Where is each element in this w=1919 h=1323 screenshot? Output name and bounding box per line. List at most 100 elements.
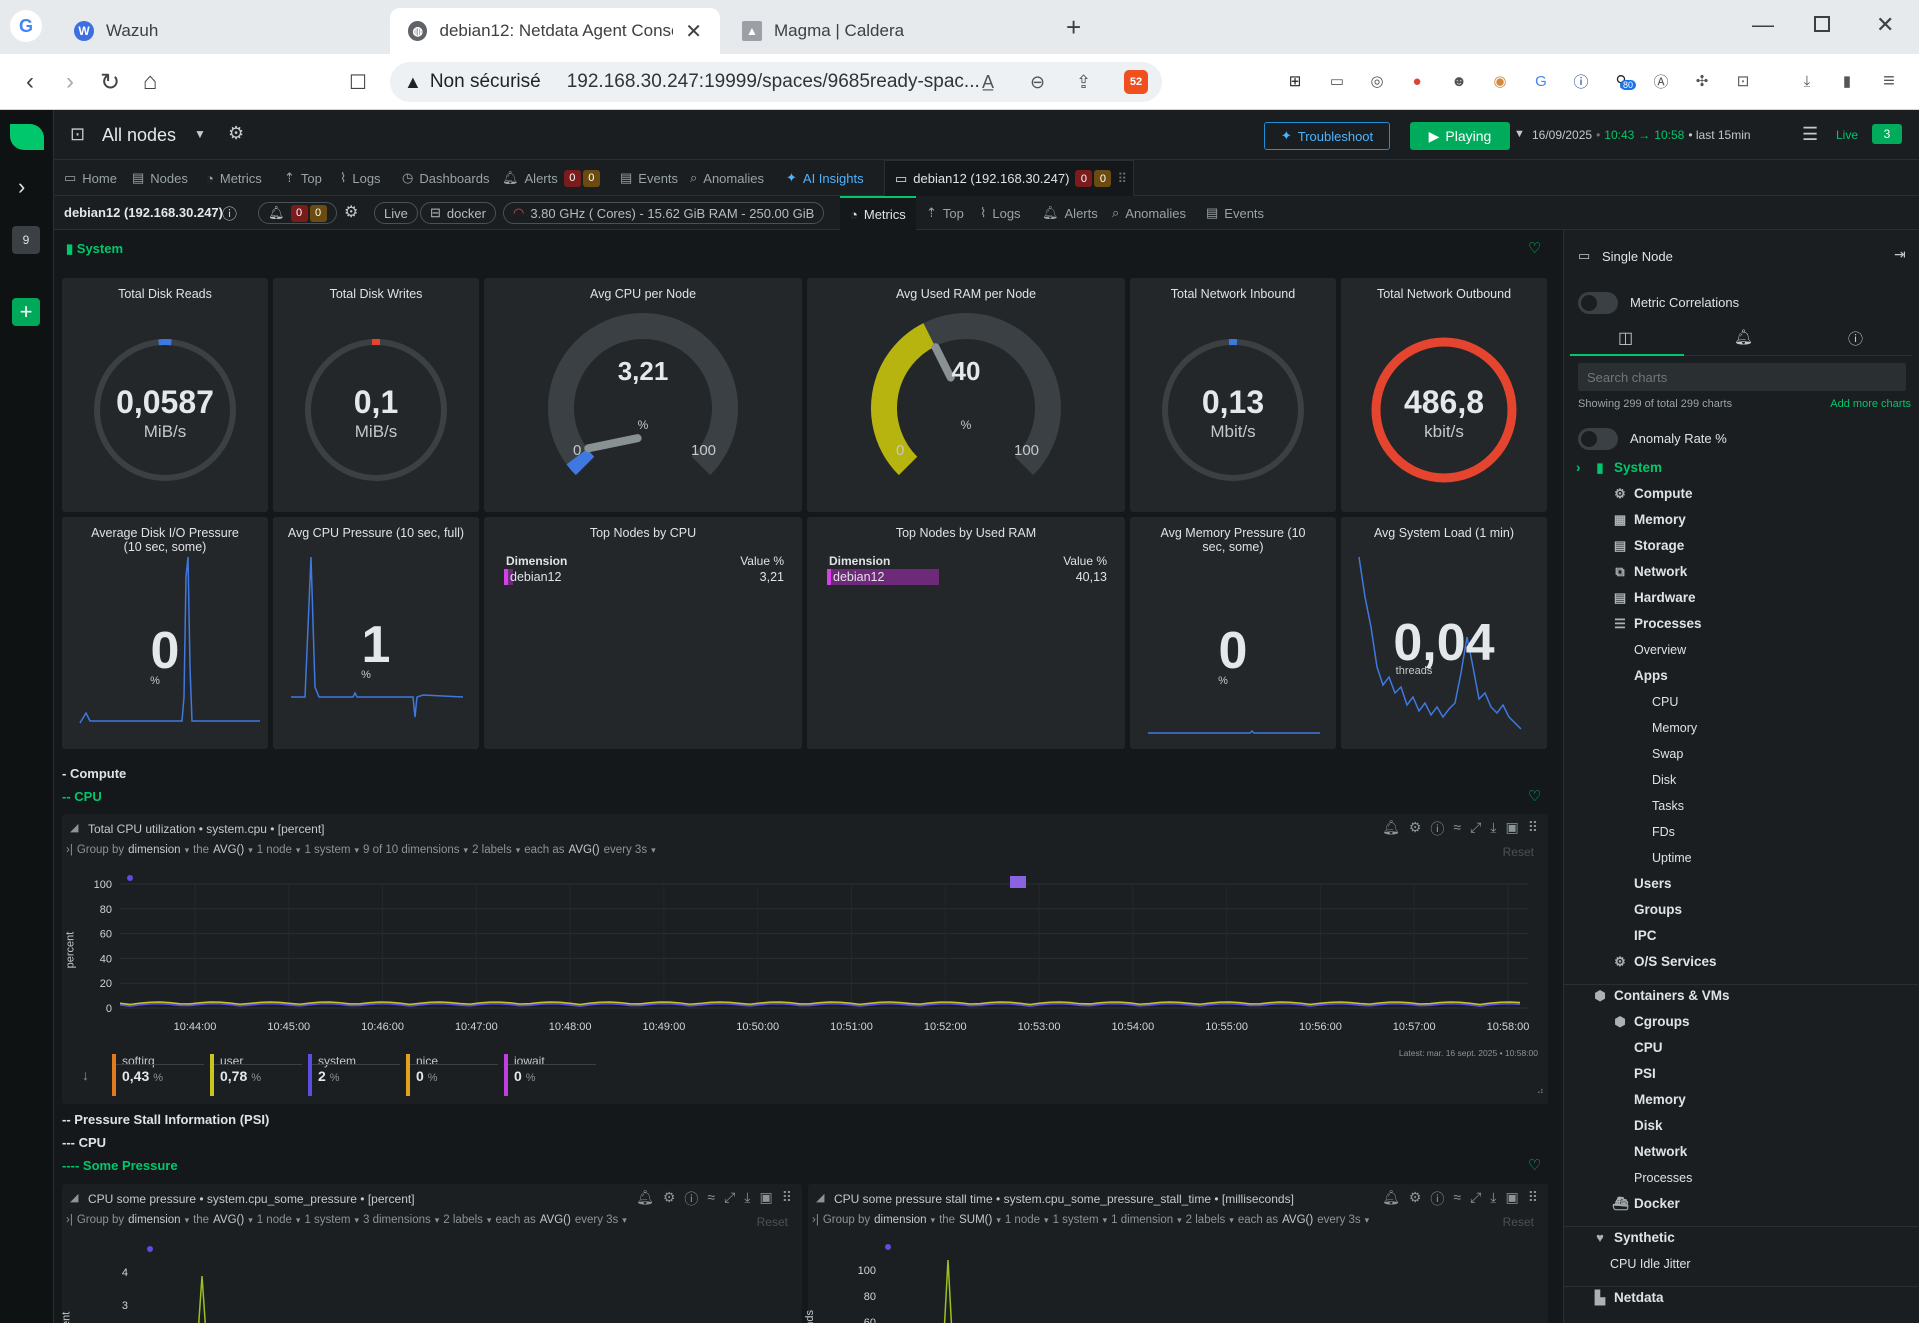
extension-icon[interactable]: ⓘ [1568, 68, 1594, 94]
tree-item[interactable]: Uptime [1652, 850, 1692, 865]
address-bar[interactable]: ▲ Non sécurisé 192.168.30.247:19999/spac… [390, 62, 1162, 102]
tree-item[interactable]: ▙ Netdata [1592, 1290, 1664, 1306]
tree-item[interactable]: CPU Idle Jitter [1610, 1256, 1691, 1271]
node-name[interactable]: debian12 [833, 570, 884, 584]
bell-icon[interactable]: 🔔︎ [1734, 328, 1753, 346]
info-icon[interactable]: ⓘ [222, 203, 237, 224]
maximize-button[interactable] [1814, 16, 1830, 32]
filter-icon[interactable]: ⚙ [1409, 819, 1422, 839]
tab-alerts[interactable]: 🔔︎ Alerts 0 0 [502, 160, 600, 196]
drag-handle-icon[interactable]: ⠿ [1528, 819, 1538, 839]
tab-ai-insights[interactable]: ✦ AI Insights [786, 160, 864, 196]
rail-space-avatar[interactable]: 9 [12, 226, 40, 254]
live-count-badge[interactable]: 3 [1872, 124, 1902, 144]
playing-button[interactable]: ▶ Playing [1410, 122, 1510, 150]
tree-item[interactable]: Tasks [1652, 798, 1684, 813]
gauge-card[interactable]: Total Disk Reads 0,0587 MiB/s [62, 278, 268, 512]
tab-metrics[interactable]: ◔ Metrics [206, 160, 262, 196]
gauge-card[interactable]: Avg Used RAM per Node 40% 0 100 [807, 278, 1125, 512]
sidebar-icon[interactable]: ▮ [1834, 68, 1860, 94]
fullscreen-icon[interactable]: ⤢ [1470, 819, 1481, 839]
control-token[interactable]: 1 node [257, 844, 292, 856]
servers-icon[interactable]: ☰ [1802, 124, 1818, 145]
gauge-card[interactable]: Total Network Inbound 0,13 Mbit/s [1130, 278, 1336, 512]
tab-dashboards[interactable]: ◷ Dashboards [402, 160, 489, 196]
legend-item[interactable]: softirq 0,43% [112, 1054, 206, 1096]
puzzle-icon[interactable]: ✣ [1689, 68, 1715, 94]
gauge-card[interactable]: Avg CPU per Node 3,21% 0 100 [484, 278, 802, 512]
legend-item[interactable]: nice 0% [406, 1054, 500, 1096]
cpu-pressure-card[interactable]: Avg CPU Pressure (10 sec, full) 1 % [273, 517, 479, 749]
extension-icon[interactable]: ☻ [1446, 68, 1472, 94]
tree-item[interactable]: Apps [1634, 668, 1668, 683]
anomaly-rate-toggle[interactable] [1578, 428, 1618, 450]
node-tab-anomalies[interactable]: ⌕ Anomalies [1112, 196, 1186, 230]
tab-anomalies[interactable]: ⌕ Anomalies [690, 160, 764, 196]
gear-icon[interactable]: ⚙ [228, 123, 244, 144]
extension-icon[interactable]: ⚲80 [1608, 68, 1637, 94]
tree-item[interactable]: Overview [1634, 642, 1686, 657]
top-ram-card[interactable]: Top Nodes by Used RAM Dimension Value % … [807, 517, 1125, 749]
tree-item[interactable]: ▤ Hardware [1612, 590, 1696, 606]
tree-item[interactable]: Memory [1652, 720, 1697, 735]
annotation-marker[interactable] [127, 875, 133, 881]
gear-icon[interactable]: ⚙ [344, 202, 358, 222]
zoom-icon[interactable]: ⊖ [1030, 72, 1045, 93]
home-button[interactable]: ⌂ [134, 66, 166, 98]
collapse-icon[interactable]: ›| [66, 844, 73, 856]
control-token[interactable]: every 3s [604, 844, 647, 856]
menu-icon[interactable]: ≡ [1876, 68, 1902, 94]
legend-item[interactable]: user 0,78% [210, 1054, 304, 1096]
info-icon[interactable]: ⓘ [1848, 328, 1863, 349]
tree-item[interactable]: ▤ Storage [1612, 538, 1684, 554]
charts-tab-icon[interactable]: ◫ [1618, 328, 1633, 348]
tab-home[interactable]: ▭ Home [64, 160, 117, 196]
tree-item[interactable]: CPU [1652, 694, 1678, 709]
gauge-card[interactable]: Total Network Outbound 486,8 kbit/s [1341, 278, 1547, 512]
system-load-card[interactable]: Avg System Load (1 min) 0,04 threads [1341, 517, 1547, 749]
cpu-pressure-stall-chart[interactable]: ◢ CPU some pressure stall time • system.… [804, 1184, 1548, 1323]
node-alerts-pill[interactable]: 🔔︎ 0 0 [258, 202, 337, 224]
node-tab-metrics[interactable]: ◔ Metrics [840, 196, 916, 230]
heart-icon[interactable]: ♡ [1528, 787, 1541, 805]
control-token[interactable]: 9 of 10 dimensions [363, 844, 460, 856]
tab-top[interactable]: ⇡ Top [284, 160, 322, 196]
tree-item[interactable]: Disk [1652, 772, 1676, 787]
browser-tab-wazuh[interactable]: W Wazuh [56, 8, 386, 54]
resize-handle-icon[interactable]: ⠴ [1537, 1086, 1544, 1097]
bookmark-icon[interactable]: ☐ [342, 66, 374, 98]
tree-item[interactable]: ☰ Processes [1612, 616, 1701, 632]
forward-button[interactable]: › [54, 66, 86, 98]
netdata-logo-icon[interactable] [10, 124, 44, 150]
disk-pressure-card[interactable]: Average Disk I/O Pressure (10 sec, some)… [62, 517, 268, 749]
reset-button[interactable]: Reset [1503, 845, 1534, 859]
tree-item[interactable]: ▮ › System [1576, 460, 1662, 476]
tree-item[interactable]: Disk [1634, 1118, 1663, 1133]
add-more-charts-link[interactable]: Add more charts [1830, 398, 1911, 410]
extension-icon[interactable]: ● [1404, 68, 1430, 94]
extension-icon[interactable]: ⊞ [1282, 68, 1308, 94]
tab-nodes[interactable]: ▤ Nodes [132, 160, 188, 196]
heart-icon[interactable]: ♡ [1528, 239, 1541, 257]
chevron-down-icon[interactable]: ▼ [194, 127, 206, 141]
legend-item[interactable]: iowait 0% [504, 1054, 598, 1096]
close-window-button[interactable]: ✕ [1876, 12, 1894, 38]
share-icon[interactable]: ⇪ [1076, 72, 1091, 93]
info-icon[interactable]: ⓘ [1430, 819, 1444, 839]
extension-icon[interactable]: ◉ [1487, 68, 1513, 94]
tree-item[interactable]: ♥ Synthetic [1592, 1230, 1675, 1245]
node-tab-logs[interactable]: ⌇ Logs [980, 196, 1021, 230]
control-token[interactable]: the [193, 844, 209, 856]
chart-controls[interactable]: ›| Group by dimension ▾ the AVG() ▾ 1 node ▾ 1 sy… [66, 844, 656, 856]
gauge-card[interactable]: Total Disk Writes 0,1 MiB/s [273, 278, 479, 512]
control-token[interactable]: 2 labels [472, 844, 512, 856]
tree-item[interactable]: CPU [1634, 1040, 1663, 1055]
browser-tab-netdata[interactable]: ◍ debian12: Netdata Agent Consol ✕ [390, 8, 720, 54]
reload-button[interactable]: ↻ [94, 66, 126, 98]
translate-icon[interactable]: A̲ [982, 72, 994, 93]
drag-handle-icon[interactable]: ⠿ [1117, 171, 1127, 187]
extension-icon[interactable]: Ⓐ [1648, 68, 1674, 94]
tree-item[interactable]: Processes [1634, 1170, 1692, 1185]
download-icon[interactable]: ⤓ [1490, 819, 1496, 839]
expand-rail-icon[interactable]: › [18, 174, 25, 200]
